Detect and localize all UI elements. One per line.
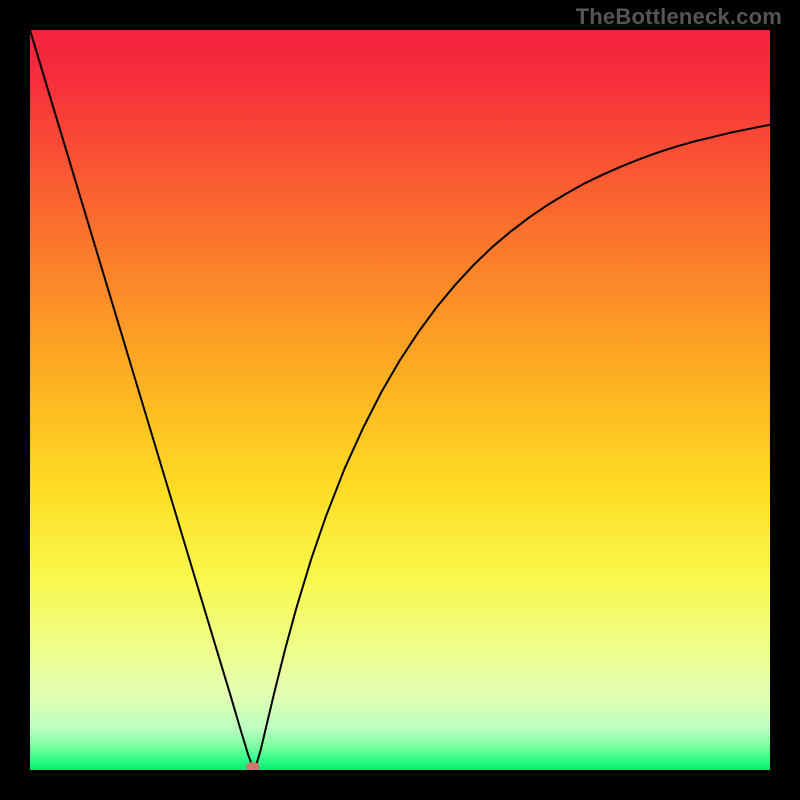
plot-frame (30, 30, 770, 770)
chart-stage: TheBottleneck.com (0, 0, 800, 800)
watermark-label: TheBottleneck.com (576, 4, 782, 30)
bottleneck-chart (30, 30, 770, 770)
